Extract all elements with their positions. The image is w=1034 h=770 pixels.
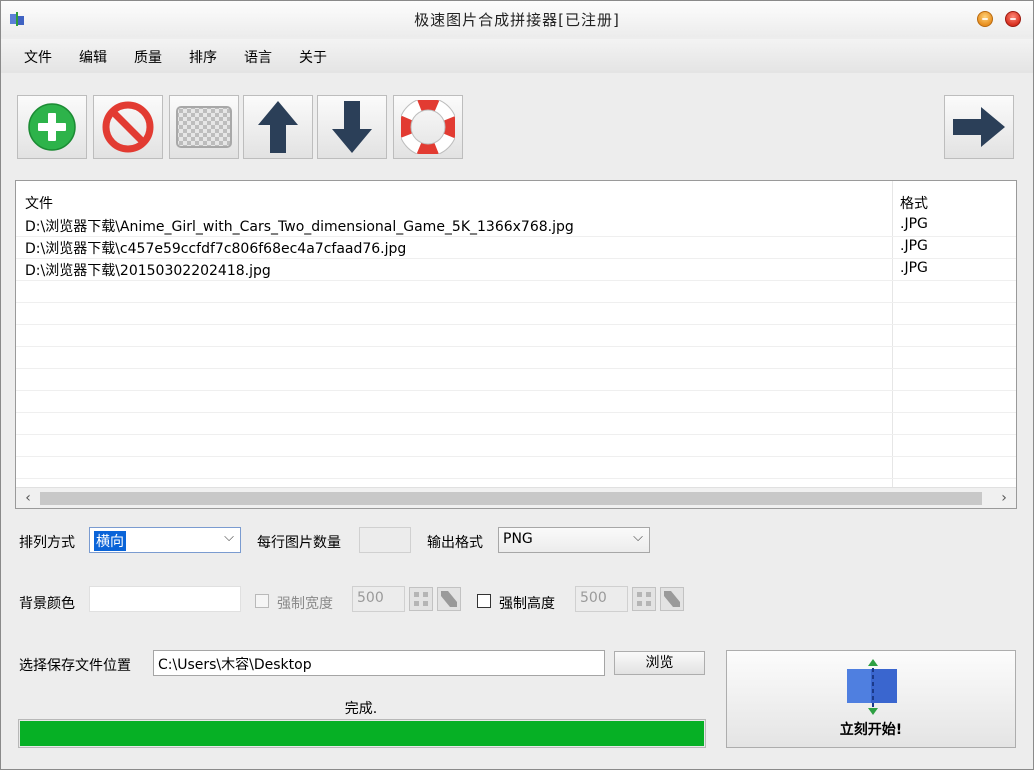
bg-color-label: 背景颜色 [19,596,75,612]
browse-button[interactable]: 浏览 [614,651,705,675]
bg-color-input[interactable] [89,586,241,612]
force-width-value: 500 [357,590,384,606]
arrow-down-icon [332,101,372,153]
merge-images-icon [847,659,897,715]
per-row-input[interactable] [359,527,411,553]
file-format: .JPG [900,238,928,254]
menu-quality[interactable]: 质量 [134,47,162,67]
arrange-value: 横向 [94,531,126,551]
arrow-up-icon [258,101,298,153]
remove-button[interactable] [93,95,163,159]
menu-bar: 文件 编辑 质量 排序 语言 关于 [1,39,1033,73]
output-format-label: 输出格式 [427,535,483,551]
grid-icon [414,592,428,606]
output-format-value: PNG [503,531,533,547]
next-button[interactable] [944,95,1014,159]
chevron-down-icon: ⌵ [224,530,234,545]
scroll-thumb[interactable] [40,492,982,505]
height-grid-button[interactable] [632,587,656,611]
force-height-label: 强制高度 [499,596,555,612]
empty-row [16,347,1016,369]
start-button-label: 立刻开始! [839,722,903,738]
title-bar: 极速图片合成拼接器[已注册] [1,1,1033,37]
save-location-label: 选择保存文件位置 [19,658,131,674]
column-header-file[interactable]: 文件 [25,193,53,213]
table-row[interactable]: D:\浏览器下载\20150302202418.jpg .JPG [16,259,1016,281]
move-up-button[interactable] [243,95,313,159]
file-format: .JPG [900,216,928,232]
empty-row [16,391,1016,413]
width-grid-button[interactable] [409,587,433,611]
empty-row [16,413,1016,435]
minimize-button[interactable] [977,11,993,27]
app-window: 极速图片合成拼接器[已注册] 文件 编辑 质量 排序 语言 关于 文件 格式 D… [0,0,1034,770]
force-height-value: 500 [580,590,607,606]
force-height-input[interactable]: 500 [575,586,628,612]
output-format-select[interactable]: PNG ⌵ [498,527,650,553]
empty-row [16,281,1016,303]
empty-row [16,435,1016,457]
help-button[interactable] [393,95,463,159]
empty-row [16,325,1016,347]
force-width-label: 强制宽度 [277,596,333,612]
file-path: D:\浏览器下载\c457e59ccfdf7c806f68ec4a7cfaad7… [25,241,407,257]
width-diagonal-button[interactable] [437,587,461,611]
file-path: D:\浏览器下载\Anime_Girl_with_Cars_Two_dimens… [25,219,574,235]
status-text: 完成. [344,701,378,717]
force-height-checkbox[interactable] [477,594,491,608]
file-format: .JPG [900,260,928,276]
menu-file[interactable]: 文件 [24,47,52,67]
force-width-input[interactable]: 500 [352,586,405,612]
force-width-checkbox[interactable] [255,594,269,608]
menu-language[interactable]: 语言 [244,47,272,67]
horizontal-scrollbar[interactable]: ‹ › [16,487,1016,508]
per-row-label: 每行图片数量 [257,535,341,551]
file-path: D:\浏览器下载\20150302202418.jpg [25,263,271,279]
lifebuoy-icon [401,100,455,154]
scroll-right-icon[interactable]: › [996,490,1012,506]
file-list[interactable]: 文件 格式 D:\浏览器下载\Anime_Girl_with_Cars_Two_… [15,180,1017,509]
start-button[interactable]: 立刻开始! [726,650,1016,748]
table-row[interactable]: D:\浏览器下载\Anime_Girl_with_Cars_Two_dimens… [16,215,1016,237]
window-title: 极速图片合成拼接器[已注册] [414,11,620,29]
progress-bar [18,719,706,748]
table-row[interactable]: D:\浏览器下载\c457e59ccfdf7c806f68ec4a7cfaad7… [16,237,1016,259]
move-down-button[interactable] [317,95,387,159]
checkerboard-icon [176,106,232,148]
scroll-left-icon[interactable]: ‹ [20,490,36,506]
close-button[interactable] [1005,11,1021,27]
menu-sort[interactable]: 排序 [189,47,217,67]
plus-circle-icon [28,103,76,151]
menu-edit[interactable]: 编辑 [79,47,107,67]
arrange-label: 排列方式 [19,535,75,551]
no-entry-icon [102,101,154,153]
arrange-select[interactable]: 横向 ⌵ [89,527,241,553]
chevron-down-icon: ⌵ [633,530,643,545]
empty-row [16,369,1016,391]
empty-row [16,303,1016,325]
grid-icon [637,592,651,606]
list-header: 文件 格式 [16,181,1016,215]
height-diagonal-button[interactable] [660,587,684,611]
diagonal-icon [441,591,457,607]
save-path-value: C:\Users\木容\Desktop [158,657,312,673]
save-path-input[interactable]: C:\Users\木容\Desktop [153,650,605,676]
column-header-format[interactable]: 格式 [900,193,928,213]
empty-row [16,457,1016,479]
menu-about[interactable]: 关于 [299,47,327,67]
diagonal-icon [664,591,680,607]
progress-fill [20,721,704,746]
arrow-right-icon [953,107,1005,147]
clear-button[interactable] [169,95,239,159]
add-button[interactable] [17,95,87,159]
